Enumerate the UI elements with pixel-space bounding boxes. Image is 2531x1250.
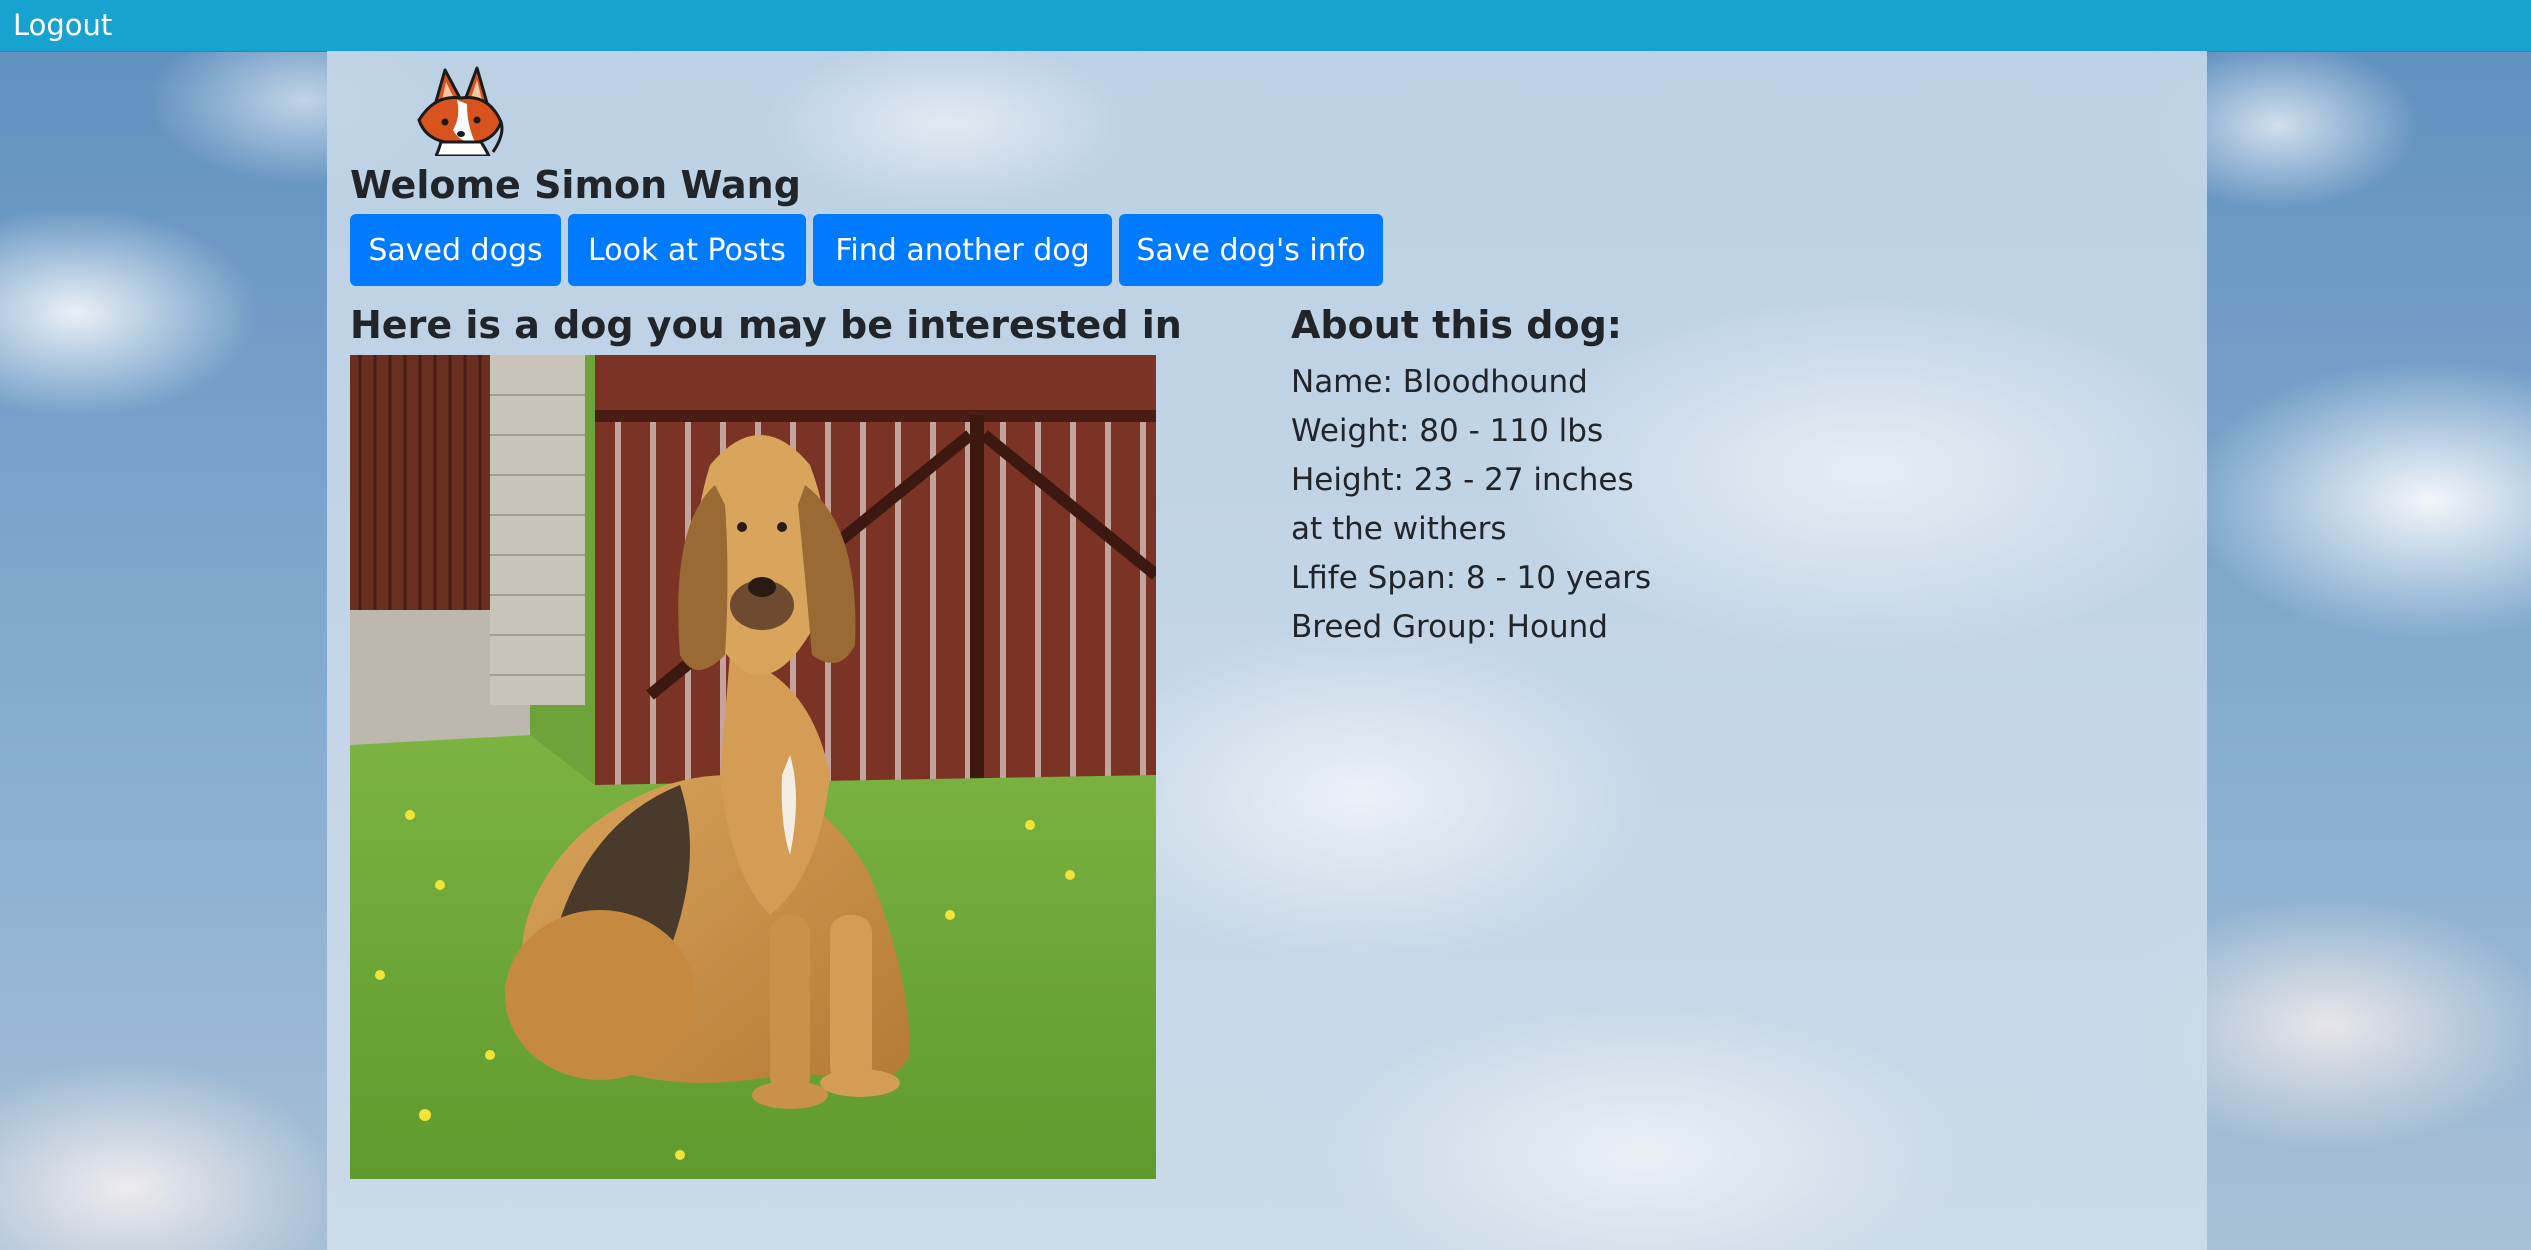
save-dog-info-button[interactable]: Save dog's info	[1119, 214, 1383, 286]
logout-link[interactable]: Logout	[13, 9, 112, 42]
saved-dogs-button[interactable]: Saved dogs	[350, 214, 561, 286]
dog-info-list: Name: Bloodhound Weight: 80 - 110 lbs He…	[1291, 358, 1671, 652]
dog-breed-group: Breed Group: Hound	[1291, 609, 1608, 645]
look-at-posts-button[interactable]: Look at Posts	[568, 214, 806, 286]
find-another-dog-button[interactable]: Find another dog	[813, 214, 1112, 286]
dog-photo	[350, 355, 1156, 1179]
corgi-logo-icon	[417, 66, 504, 156]
dog-name: Name: Bloodhound	[1291, 364, 1588, 400]
dog-height: Height: 23 - 27 inches at the withers	[1291, 462, 1634, 547]
welcome-heading: Welome Simon Wang	[350, 163, 801, 207]
bloodhound-image-icon	[350, 355, 1156, 1179]
about-heading: About this dog:	[1291, 303, 1622, 347]
top-navbar: Logout	[0, 0, 2531, 52]
main-panel: Welome Simon Wang Saved dogs Look at Pos…	[327, 51, 2207, 1250]
interest-heading: Here is a dog you may be interested in	[350, 303, 1182, 347]
dog-life-span: Lfife Span: 8 - 10 years	[1291, 560, 1652, 596]
dog-weight: Weight: 80 - 110 lbs	[1291, 413, 1604, 449]
